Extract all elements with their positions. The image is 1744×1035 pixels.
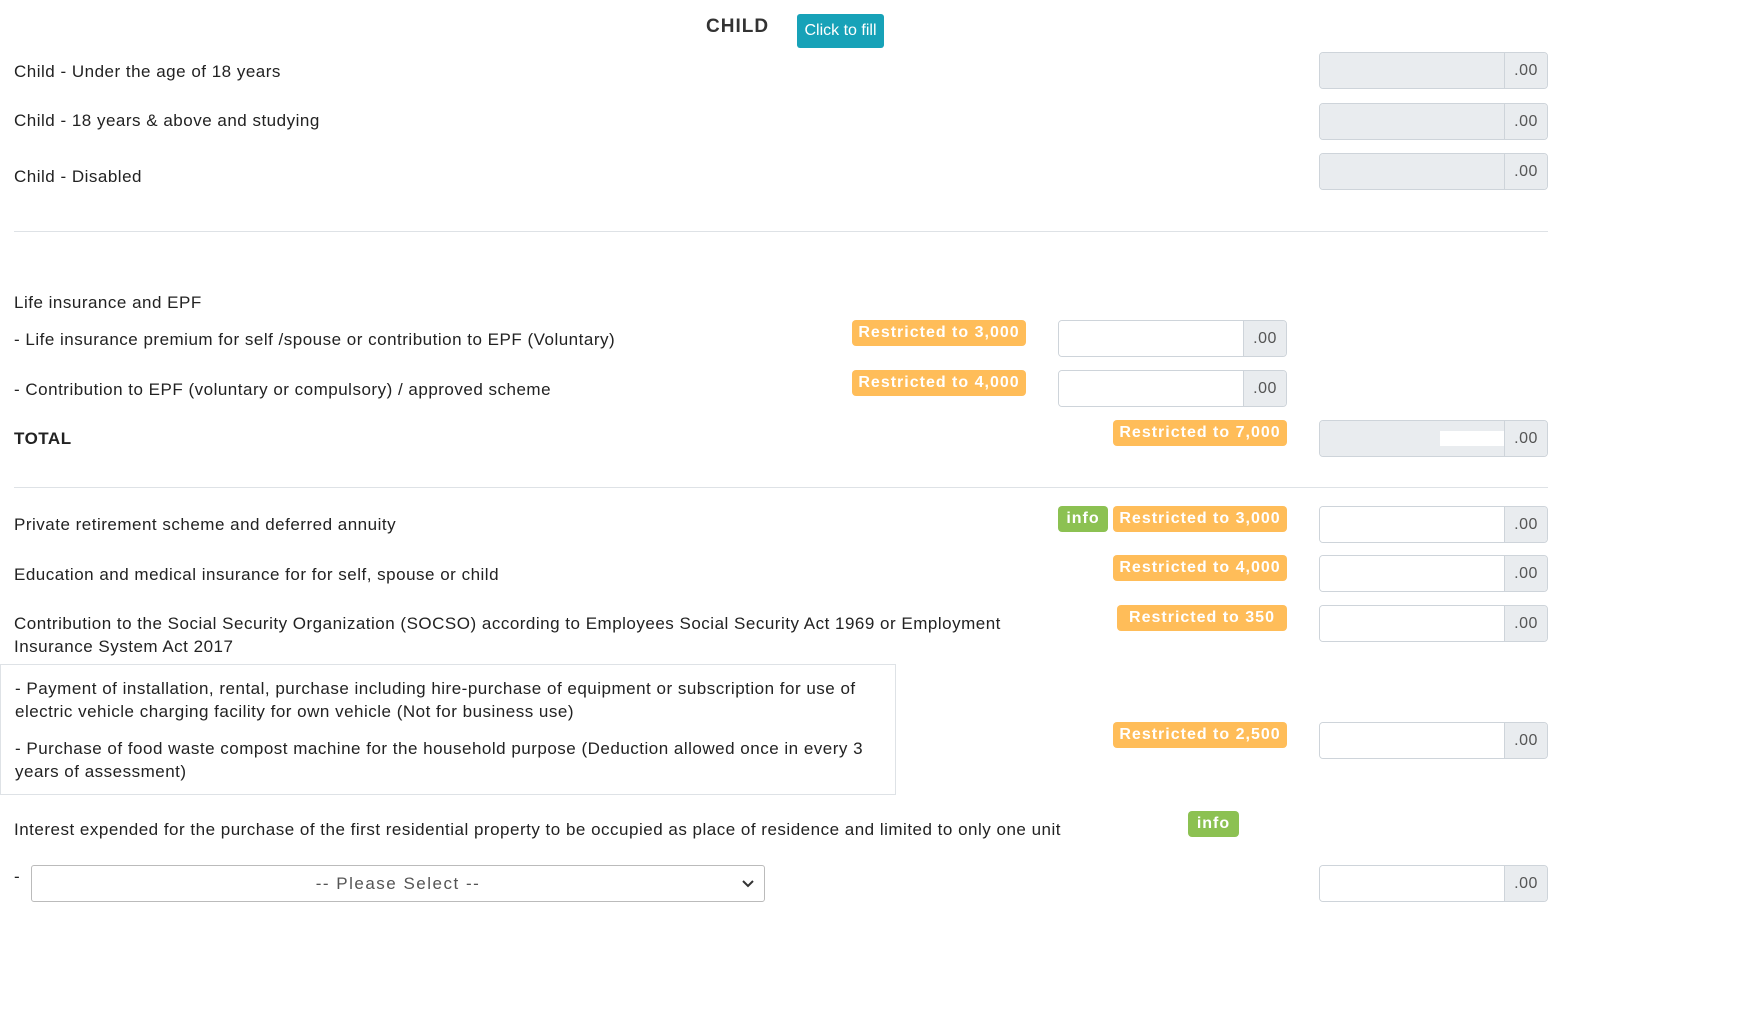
decimal-suffix: .00 xyxy=(1504,723,1547,758)
life-insurance-premium-input-group: .00 xyxy=(1058,320,1287,357)
education-medical-label: Education and medical insurance for for … xyxy=(14,565,500,584)
child-under-18-field[interactable] xyxy=(1320,53,1504,88)
list-dash: - xyxy=(14,867,21,886)
decimal-suffix: .00 xyxy=(1504,53,1547,88)
decimal-suffix: .00 xyxy=(1504,154,1547,189)
private-retirement-field[interactable] xyxy=(1320,507,1504,542)
total-label: TOTAL xyxy=(14,429,72,448)
restricted-badge: Restricted to 7,000 xyxy=(1113,420,1287,446)
education-medical-field[interactable] xyxy=(1320,556,1504,591)
total-field[interactable] xyxy=(1320,421,1504,456)
decimal-suffix: .00 xyxy=(1243,371,1286,406)
child-under-18-input-group: .00 xyxy=(1319,52,1548,89)
section-title-child: CHILD xyxy=(706,16,770,37)
life-insurance-premium-label: - Life insurance premium for self /spous… xyxy=(14,330,616,349)
value-highlight xyxy=(1440,431,1504,446)
section-divider xyxy=(14,487,1548,488)
select-placeholder: -- Please Select -- xyxy=(315,873,481,893)
socso-label-line2: Insurance System Act 2017 xyxy=(14,637,234,656)
ev-compost-field[interactable] xyxy=(1320,723,1504,758)
socso-label-line1: Contribution to the Social Security Orga… xyxy=(14,614,1001,633)
child-18-studying-label: Child - 18 years & above and studying xyxy=(14,111,320,130)
ev-compost-input-group: .00 xyxy=(1319,722,1548,759)
epf-contribution-field[interactable] xyxy=(1059,371,1243,406)
housing-interest-label: Interest expended for the purchase of th… xyxy=(14,820,1061,839)
click-to-fill-button[interactable]: Click to fill xyxy=(797,14,884,48)
compost-machine-line1: - Purchase of food waste compost machine… xyxy=(15,739,864,758)
decimal-suffix: .00 xyxy=(1504,104,1547,139)
ev-charging-line2: electric vehicle charging facility for o… xyxy=(15,702,575,721)
socso-field[interactable] xyxy=(1320,606,1504,641)
decimal-suffix: .00 xyxy=(1243,321,1286,356)
restricted-badge: Restricted to 4,000 xyxy=(1113,555,1287,581)
info-badge[interactable]: info xyxy=(1058,506,1108,532)
child-18-studying-input-group: .00 xyxy=(1319,103,1548,140)
decimal-suffix: .00 xyxy=(1504,507,1547,542)
housing-interest-input-group: .00 xyxy=(1319,865,1548,902)
total-input-group: .00 xyxy=(1319,420,1548,457)
child-under-18-label: Child - Under the age of 18 years xyxy=(14,62,281,81)
private-retirement-label: Private retirement scheme and deferred a… xyxy=(14,515,397,534)
decimal-suffix: .00 xyxy=(1504,421,1547,456)
life-insurance-heading: Life insurance and EPF xyxy=(14,293,202,312)
info-badge[interactable]: info xyxy=(1188,811,1239,837)
decimal-suffix: .00 xyxy=(1504,866,1547,901)
education-medical-input-group: .00 xyxy=(1319,555,1548,592)
decimal-suffix: .00 xyxy=(1504,606,1547,641)
decimal-suffix: .00 xyxy=(1504,556,1547,591)
property-select[interactable]: -- Please Select -- xyxy=(31,865,765,902)
epf-contribution-input-group: .00 xyxy=(1058,370,1287,407)
child-disabled-label: Child - Disabled xyxy=(14,167,142,186)
restricted-badge: Restricted to 3,000 xyxy=(1113,506,1287,532)
socso-input-group: .00 xyxy=(1319,605,1548,642)
compost-machine-line2: years of assessment) xyxy=(15,762,187,781)
child-disabled-field[interactable] xyxy=(1320,154,1504,189)
restricted-badge: Restricted to 2,500 xyxy=(1113,722,1287,748)
private-retirement-input-group: .00 xyxy=(1319,506,1548,543)
section-divider xyxy=(14,231,1548,232)
chevron-down-icon xyxy=(742,880,754,888)
ev-compost-box: - Payment of installation, rental, purch… xyxy=(0,664,896,795)
life-insurance-premium-field[interactable] xyxy=(1059,321,1243,356)
housing-interest-field[interactable] xyxy=(1320,866,1504,901)
restricted-badge: Restricted to 4,000 xyxy=(852,370,1026,396)
child-disabled-input-group: .00 xyxy=(1319,153,1548,190)
restricted-badge: Restricted to 350 xyxy=(1117,605,1287,631)
child-18-studying-field[interactable] xyxy=(1320,104,1504,139)
restricted-badge: Restricted to 3,000 xyxy=(852,320,1026,346)
ev-charging-line1: - Payment of installation, rental, purch… xyxy=(15,679,856,698)
epf-contribution-label: - Contribution to EPF (voluntary or comp… xyxy=(14,380,552,399)
